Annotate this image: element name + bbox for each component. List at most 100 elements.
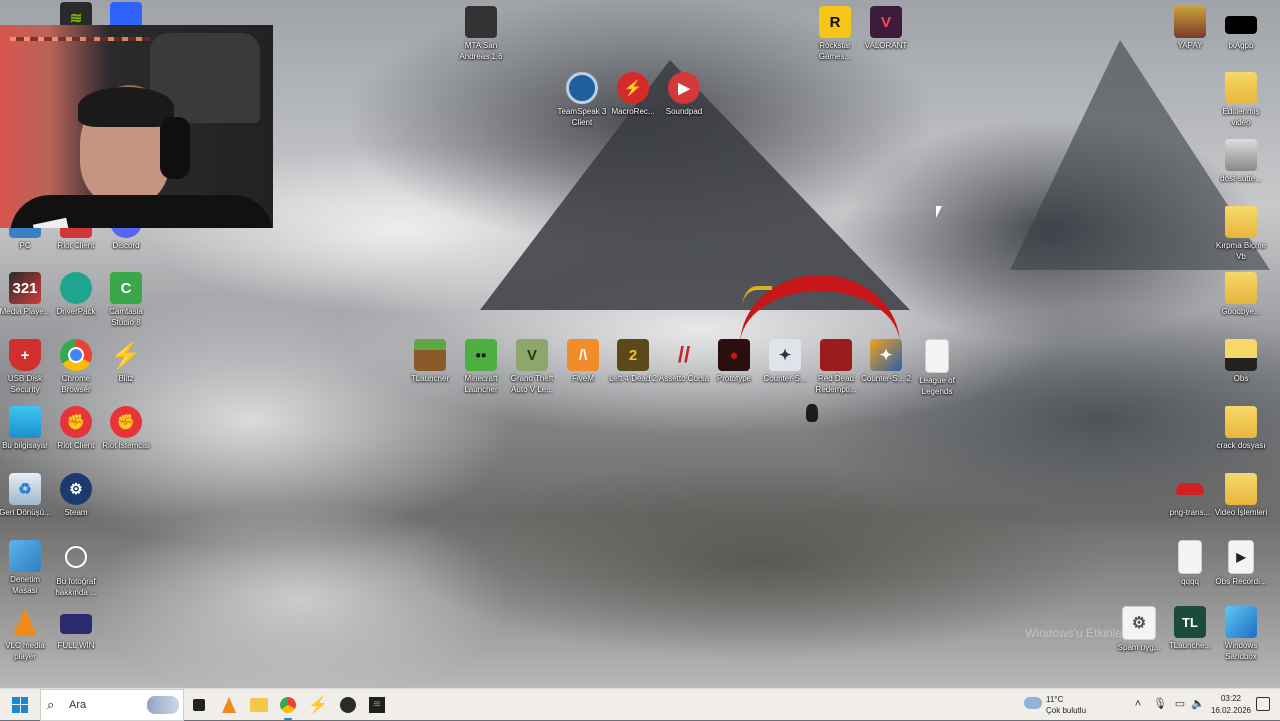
- desktop-icon-teamspeak[interactable]: TeamSpeak 3 Client: [554, 72, 610, 128]
- weather-widget[interactable]: 11°C Çok bulutlu: [1024, 693, 1114, 717]
- folder-icon: [1174, 6, 1206, 38]
- desktop-icon-vlc[interactable]: VLC media player: [0, 606, 53, 662]
- document-icon: [1178, 540, 1202, 574]
- desktop-icon-rockstar[interactable]: R Rockstar Games...: [807, 6, 863, 62]
- desktop-icon-lol[interactable]: League of Legends: [909, 339, 965, 397]
- l4d2-icon: 2: [617, 339, 649, 371]
- desktop-icon-counter-strike-2[interactable]: ✦ Counter-S... 2: [858, 339, 914, 384]
- desktop-icon-valorant[interactable]: V VALORANT: [858, 6, 914, 51]
- desktop-icon-usb-disk-security[interactable]: + USB Disk Security: [0, 339, 53, 395]
- desktop-icon-mta[interactable]: MTA San Andreas 1.6: [453, 6, 509, 62]
- taskbar-app-file-explorer[interactable]: [247, 693, 271, 717]
- vlc-icon: [222, 697, 236, 713]
- desktop-icon-label: Obs: [1233, 374, 1249, 383]
- desktop-icon-gta5[interactable]: V Grand Theft Auto V Le...: [504, 339, 560, 395]
- desktop-icon-macrorec[interactable]: ⚡ MacroRec...: [605, 72, 661, 117]
- desktop-icon-tlauncher[interactable]: TLauncher: [402, 339, 458, 384]
- desktop-icon-kirpma[interactable]: Kırpma Biçme Vb: [1213, 206, 1269, 262]
- desktop-icon-l4d2[interactable]: 2 Left 4 Dead 2: [605, 339, 661, 384]
- desktop-icon-label: Bu bilgisayar: [2, 441, 48, 450]
- desktop-icon-label: MTA San Andreas 1.6: [459, 41, 503, 61]
- taskbar-search[interactable]: ⌕ Ara: [40, 689, 184, 721]
- desktop-icon-obs-record[interactable]: ▶ Obs Recordi...: [1213, 540, 1269, 587]
- shield-icon: +: [9, 339, 41, 371]
- obs-icon: [340, 697, 356, 713]
- desktop-icon-qqqq[interactable]: qqqq: [1162, 540, 1218, 587]
- desktop-icon-obs-folder[interactable]: Obs: [1213, 339, 1269, 384]
- file-manager-icon: [193, 699, 205, 711]
- desktop-icon-label: Red Dead Redempti...: [815, 374, 857, 394]
- desktop-icon-control-panel[interactable]: Denetim Masası: [0, 540, 53, 596]
- weather-temperature: 11°C: [1046, 695, 1064, 704]
- desktop-icon-media-player[interactable]: 321 Media Playe...: [0, 272, 53, 317]
- desktop-icon-assetto[interactable]: // Assetto Corsa: [656, 339, 712, 384]
- desktop-icon-label: Goodbye...: [1221, 307, 1261, 316]
- assetto-icon: //: [677, 342, 691, 367]
- folder-icon: [1225, 206, 1257, 238]
- desktop-icon-camtasia[interactable]: C Camtasia Studio 8: [98, 272, 154, 328]
- system-clock[interactable]: 03:22 16.02.2026: [1210, 693, 1252, 717]
- desktop-icon-label: qqqq: [1181, 577, 1199, 586]
- search-highlight-image: [147, 696, 179, 714]
- taskbar-app-vlc[interactable]: [217, 693, 241, 717]
- chevron-up-icon[interactable]: ˄: [1131, 697, 1145, 711]
- desktop-icon-driverpack[interactable]: DriverPack: [48, 272, 104, 317]
- gear-icon: ⚙: [1122, 606, 1156, 640]
- desktop-icon-label: YAPAY: [1177, 41, 1203, 50]
- webcam-headphone: [160, 117, 190, 179]
- network-icon[interactable]: ▭: [1173, 697, 1187, 711]
- media-player-icon: 321: [9, 272, 41, 304]
- desktop-icon-label: Counter-S...: [763, 374, 807, 383]
- desktop-icon-editlenmis[interactable]: Editlenmiş video: [1213, 72, 1269, 128]
- taskbar-app-nvidia[interactable]: ≋: [365, 693, 389, 717]
- taskbar-app-obs[interactable]: [336, 693, 360, 717]
- desktop-icon-goodbye[interactable]: Goodbye...: [1213, 272, 1269, 317]
- desktop-icon-blitz[interactable]: ⚡ Blitz: [98, 339, 154, 384]
- desktop-icon-spam[interactable]: ⚙ Spam uyg...: [1111, 606, 1167, 653]
- desktop-icon-crack[interactable]: crack dosyası: [1213, 406, 1269, 451]
- car-icon: [1174, 473, 1206, 505]
- wallpaper-paraglider-pilot: [806, 404, 818, 422]
- desktop-icon-dost-sutte[interactable]: dost-sutte...: [1213, 139, 1269, 184]
- riot-icon: ✊: [60, 406, 92, 438]
- desktop-icon-yapay[interactable]: YAPAY: [1162, 6, 1218, 51]
- volume-icon[interactable]: 🔈: [1191, 697, 1205, 711]
- desktop-icon-steam[interactable]: ⚙ Steam: [48, 473, 104, 518]
- desktop-icon-png-trans[interactable]: png-trans...: [1162, 473, 1218, 518]
- taskbar-app-blitz[interactable]: ⚡: [306, 693, 330, 717]
- desktop-icon-txagpb[interactable]: txAgpb: [1213, 6, 1269, 51]
- notification-icon[interactable]: [1256, 697, 1270, 711]
- rockstar-icon: R: [819, 6, 851, 38]
- desktop-icon-label: Chrome Browser: [61, 374, 91, 394]
- desktop-icon-label: VALORANT: [864, 41, 908, 50]
- microphone-icon[interactable]: 🎙: [1153, 697, 1167, 711]
- desktop-icon-windows-sandbox[interactable]: Windows Sandbox: [1213, 606, 1269, 662]
- desktop-icon-minecraft[interactable]: ▪▪ Minecraft Launcher: [453, 339, 509, 395]
- desktop-icon-fivem[interactable]: /\ FiveM: [555, 339, 611, 384]
- desktop-icon-chrome[interactable]: Chrome Browser: [48, 339, 104, 395]
- soundpad-icon: ▶: [668, 72, 700, 104]
- desktop-icon-label: dost-sutte...: [1220, 174, 1262, 183]
- desktop-icon-label: League of Legends: [919, 376, 955, 396]
- mouse-cursor: [936, 206, 942, 218]
- start-button[interactable]: [0, 689, 40, 721]
- desktop-icon-bu-bilgisayar[interactable]: Bu bilgisayar: [0, 406, 53, 451]
- desktop-icon-label: TLauncher: [410, 374, 450, 383]
- desktop-icon-counter-strike[interactable]: ✦ Counter-S...: [757, 339, 813, 384]
- desktop-icon-label: txAgpb: [1228, 41, 1254, 50]
- desktop-icon-full-win[interactable]: FULL WIN: [48, 606, 104, 651]
- desktop-icon-video-islemleri[interactable]: Video İşlemleri: [1213, 473, 1269, 518]
- desktop-icon-riot-client[interactable]: ✊ Riot Client: [48, 406, 104, 451]
- desktop-icon-soundpad[interactable]: ▶ Soundpad: [656, 72, 712, 117]
- desktop-icon-riot-istemcisi[interactable]: ✊ Riot İstemcisi: [98, 406, 154, 451]
- desktop-icon-bu-fotograf[interactable]: Bu fotoğraf hakkında ...: [48, 540, 104, 598]
- taskbar-app-file-manager[interactable]: [187, 693, 211, 717]
- desktop-icon-prototype[interactable]: ● Prototype: [706, 339, 762, 384]
- desktop-icon-rdr[interactable]: Red Dead Redempti...: [808, 339, 864, 395]
- desktop-icon-recycle-bin[interactable]: ♻ Geri Dönüşü...: [0, 473, 53, 518]
- taskbar-app-chrome[interactable]: [276, 693, 300, 720]
- camera-icon: [65, 546, 87, 568]
- prototype-icon: ●: [718, 339, 750, 371]
- folder-icon: [1225, 339, 1257, 371]
- desktop-icon-tlauncher-2[interactable]: TL TLaunche...: [1162, 606, 1218, 651]
